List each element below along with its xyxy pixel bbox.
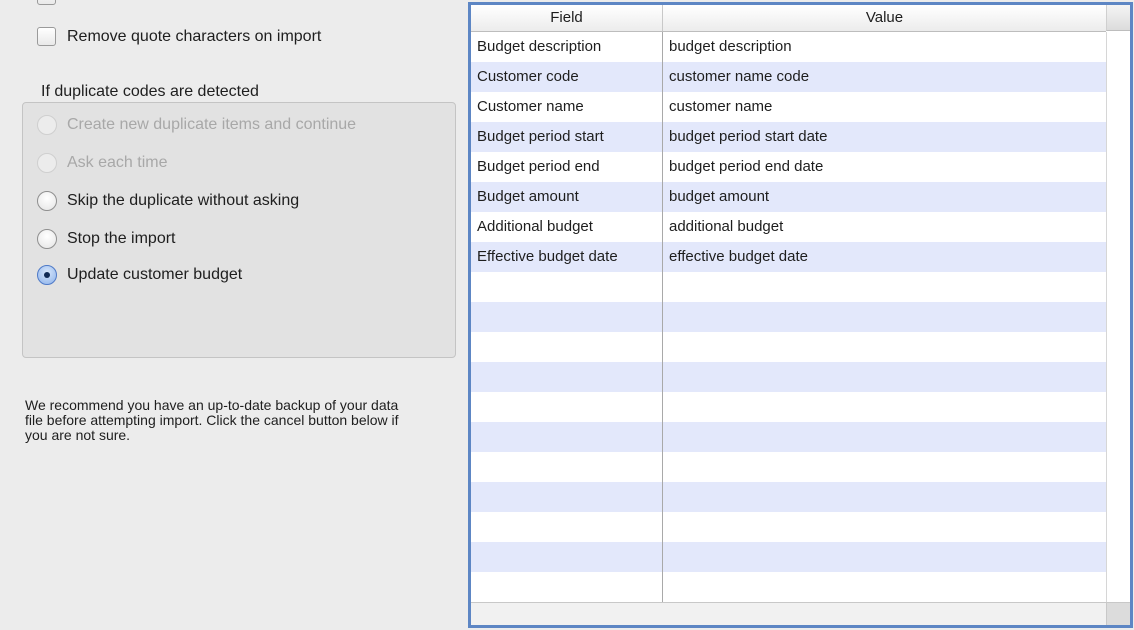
radio-label: Stop the import (67, 230, 176, 247)
table-body: Budget description budget description Cus… (471, 32, 1106, 602)
table-row[interactable] (471, 332, 1106, 362)
value-cell (663, 572, 1106, 602)
radio-ask-each-time-button (37, 153, 57, 173)
value-cell (663, 362, 1106, 392)
value-cell (663, 482, 1106, 512)
duplicates-group-box: Create new duplicate items and continue … (22, 102, 456, 358)
table-row[interactable] (471, 482, 1106, 512)
field-cell: Budget amount (471, 182, 663, 212)
table-row[interactable] (471, 272, 1106, 302)
value-cell: budget period end date (669, 158, 824, 175)
table-row[interactable]: Budget period end budget period end date (471, 152, 1106, 182)
radio-skip-duplicate[interactable]: Skip the duplicate without asking (37, 191, 299, 211)
value-cell (663, 422, 1106, 452)
field-cell (471, 512, 663, 542)
table-row[interactable] (471, 362, 1106, 392)
duplicates-group-title: If duplicate codes are detected (41, 83, 259, 100)
table-row[interactable] (471, 542, 1106, 572)
table-row[interactable]: Budget description budget description (471, 32, 1106, 62)
column-header-value[interactable]: Value (663, 5, 1106, 31)
field-cell (471, 572, 663, 602)
table-row[interactable] (471, 512, 1106, 542)
value-cell (663, 542, 1106, 572)
value-cell: budget description (669, 38, 792, 55)
field-cell: Customer name (471, 92, 663, 122)
field-cell (471, 482, 663, 512)
table-row[interactable]: Customer name customer name (471, 92, 1106, 122)
field-cell: Budget period start (471, 122, 663, 152)
value-cell (663, 272, 1106, 302)
field-cell: Additional budget (471, 212, 663, 242)
table-row[interactable]: Budget period start budget period start d… (471, 122, 1106, 152)
table-row[interactable] (471, 452, 1106, 482)
radio-update-budget-button[interactable] (37, 265, 57, 285)
radio-label: Ask each time (67, 154, 168, 171)
remove-quotes-label: Remove quote characters on import (67, 27, 322, 45)
table-row[interactable]: Additional budget additional budget (471, 212, 1106, 242)
backup-recommendation-note: We recommend you have an up-to-date back… (25, 397, 399, 443)
field-cell: Effective budget date (471, 242, 663, 272)
field-cell (471, 392, 663, 422)
radio-label: Create new duplicate items and continue (67, 116, 357, 133)
value-cell: budget period start date (669, 128, 828, 145)
field-cell (471, 542, 663, 572)
field-cell: Budget description (471, 32, 663, 62)
table-row[interactable] (471, 422, 1106, 452)
value-cell: budget amount (669, 188, 770, 205)
radio-skip-duplicate-button[interactable] (37, 191, 57, 211)
field-cell (471, 452, 663, 482)
table-row[interactable]: Customer code customer name code (471, 62, 1106, 92)
radio-stop-import-button[interactable] (37, 229, 57, 249)
remove-quotes-option[interactable]: Remove quote characters on import (37, 27, 321, 46)
table-header: Field Value (471, 5, 1106, 32)
field-cell (471, 272, 663, 302)
table-row[interactable] (471, 572, 1106, 602)
table-row[interactable] (471, 392, 1106, 422)
value-cell (663, 452, 1106, 482)
field-cell (471, 332, 663, 362)
clipped-checkbox[interactable] (37, 0, 56, 5)
table-row[interactable]: Effective budget date effective budget da… (471, 242, 1106, 272)
radio-stop-import[interactable]: Stop the import (37, 229, 176, 249)
field-cell (471, 302, 663, 332)
field-cell: Customer code (471, 62, 663, 92)
import-options-panel: Remove quote characters on import If dup… (0, 0, 1134, 630)
value-cell: customer name (669, 98, 773, 115)
radio-create-duplicates: Create new duplicate items and continue (37, 115, 356, 135)
value-cell: customer name code (669, 68, 810, 85)
column-header-field[interactable]: Field (471, 5, 663, 31)
table-row[interactable]: Budget amount budget amount (471, 182, 1106, 212)
value-cell (663, 332, 1106, 362)
radio-ask-each-time: Ask each time (37, 153, 167, 173)
field-cell: Budget period end (471, 152, 663, 182)
field-mapping-table[interactable]: Field Value Budget description budget des… (468, 2, 1133, 628)
value-cell (663, 512, 1106, 542)
radio-label: Update customer budget (67, 266, 243, 283)
radio-update-budget[interactable]: Update customer budget (37, 265, 242, 285)
value-cell: additional budget (669, 218, 784, 235)
value-cell: effective budget date (669, 248, 808, 265)
vertical-scrollbar[interactable] (1106, 32, 1130, 602)
field-cell (471, 422, 663, 452)
remove-quotes-checkbox[interactable] (37, 27, 56, 46)
table-row[interactable] (471, 302, 1106, 332)
radio-create-duplicates-button (37, 115, 57, 135)
field-cell (471, 362, 663, 392)
value-cell (663, 302, 1106, 332)
radio-label: Skip the duplicate without asking (67, 192, 300, 209)
header-corner (1106, 5, 1130, 31)
scrollbar-corner (1106, 602, 1130, 625)
value-cell (663, 392, 1106, 422)
horizontal-scrollbar[interactable] (471, 602, 1106, 625)
